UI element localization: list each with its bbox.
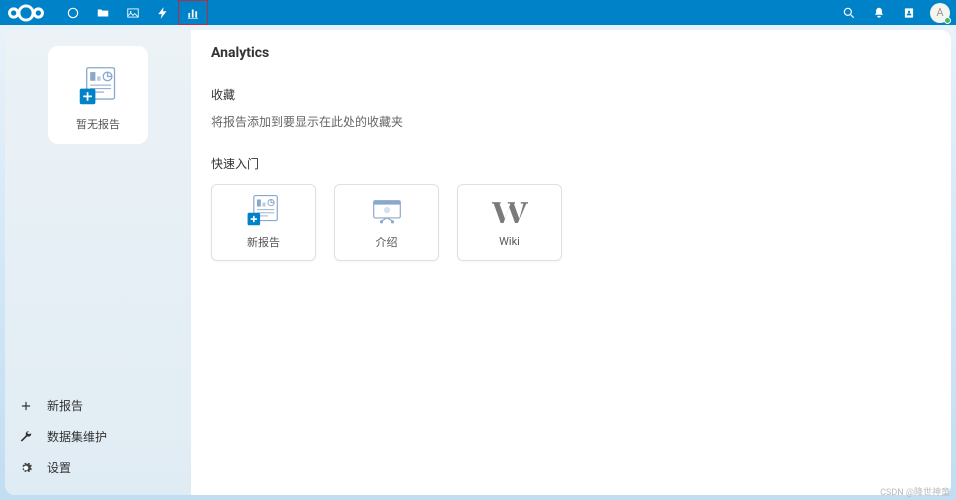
report-icon [246, 196, 282, 228]
favorites-title: 收藏 [211, 86, 931, 103]
dashboard-icon[interactable] [58, 0, 88, 25]
activity-icon[interactable] [148, 0, 178, 25]
sidebar-item-settings[interactable]: 设置 [9, 452, 187, 483]
card-label: Wiki [499, 235, 520, 248]
sidebar-item-label: 设置 [47, 459, 71, 476]
main-content: Analytics 收藏 将报告添加到要显示在此处的收藏夹 快速入门 [191, 30, 951, 495]
search-icon[interactable] [836, 0, 862, 25]
notifications-icon[interactable] [866, 0, 892, 25]
contacts-icon[interactable] [896, 0, 922, 25]
main-container: 暂无报告 新报告 数据集维护 设置 Analytics 收 [0, 25, 956, 500]
sidebar-top: 暂无报告 [9, 34, 187, 386]
page-title: Analytics [211, 45, 931, 61]
plus-icon [19, 399, 33, 413]
watermark: CSDN @降世神童 [880, 485, 950, 498]
app-header: A [0, 0, 956, 25]
photos-icon[interactable] [118, 0, 148, 25]
nextcloud-logo[interactable] [6, 3, 46, 23]
card-intro[interactable]: 介绍 [334, 184, 439, 261]
content-wrapper: 暂无报告 新报告 数据集维护 设置 Analytics 收 [5, 30, 951, 495]
status-online-icon [944, 17, 951, 24]
no-report-label: 暂无报告 [76, 116, 120, 132]
files-icon[interactable] [88, 0, 118, 25]
quickstart-title: 快速入门 [211, 155, 931, 172]
card-label: 新报告 [247, 234, 280, 250]
avatar-initial: A [936, 6, 943, 19]
favorites-desc: 将报告添加到要显示在此处的收藏夹 [211, 113, 931, 130]
card-label: 介绍 [376, 234, 398, 250]
quickstart-cards: 新报告 介绍 [211, 184, 931, 261]
presentation-icon [369, 196, 405, 228]
sidebar-item-dataset[interactable]: 数据集维护 [9, 421, 187, 452]
sidebar-bottom: 新报告 数据集维护 设置 [9, 386, 187, 491]
sidebar-item-label: 数据集维护 [47, 428, 107, 445]
sidebar: 暂无报告 新报告 数据集维护 设置 [5, 30, 191, 495]
header-right: A [836, 0, 950, 25]
report-icon [78, 66, 118, 108]
wrench-icon [19, 430, 33, 444]
sidebar-item-label: 新报告 [47, 397, 83, 414]
header-left [6, 0, 208, 25]
sidebar-item-new-report[interactable]: 新报告 [9, 390, 187, 421]
user-avatar[interactable]: A [930, 3, 950, 23]
no-report-card[interactable]: 暂无报告 [48, 46, 148, 144]
gear-icon [19, 461, 33, 475]
card-new-report[interactable]: 新报告 [211, 184, 316, 261]
wiki-icon [492, 197, 528, 229]
card-wiki[interactable]: Wiki [457, 184, 562, 261]
analytics-icon[interactable] [178, 0, 208, 25]
